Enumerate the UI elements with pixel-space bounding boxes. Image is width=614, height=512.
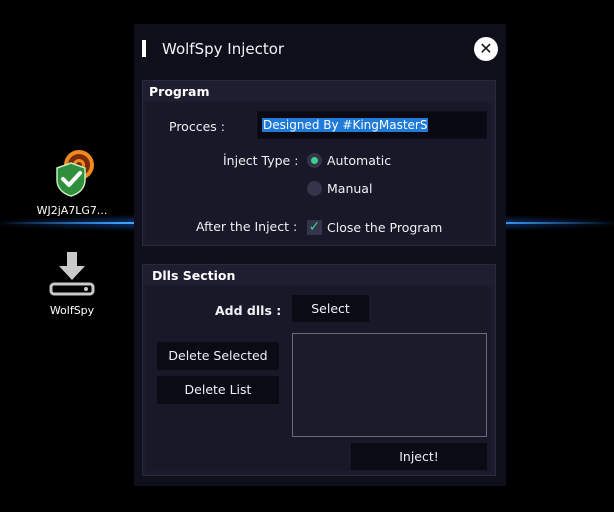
process-label: Procces : <box>169 119 225 134</box>
inject-type-label: İnject Type : <box>223 153 299 168</box>
add-dlls-label: Add dlls : <box>215 303 282 318</box>
desktop-icon-label: WolfSpy <box>49 304 95 317</box>
program-section-title: Program <box>149 84 210 99</box>
desktop-icon-label: WJ2jA7LG7... <box>36 204 108 217</box>
dlls-group-header: Dlls Section <box>143 265 495 285</box>
checkmark-icon: ✓ <box>308 219 321 235</box>
program-group: Program Procces : Designed By #KingMaste… <box>142 80 496 246</box>
dlls-group: Dlls Section Add dlls : Select Delete Se… <box>142 264 496 476</box>
process-input[interactable]: Designed By #KingMasterS <box>257 111 487 139</box>
radio-automatic[interactable] <box>307 153 322 168</box>
window-title: WolfSpy Injector <box>162 40 285 58</box>
close-program-checkbox[interactable]: ✓ <box>307 220 322 235</box>
title-bar[interactable]: WolfSpy Injector ✕ <box>134 24 506 74</box>
close-program-label[interactable]: Close the Program <box>327 220 442 235</box>
close-icon: ✕ <box>479 39 493 58</box>
injector-window: WolfSpy Injector ✕ Program Procces : Des… <box>134 24 506 486</box>
download-icon <box>49 252 95 296</box>
radio-automatic-label[interactable]: Automatic <box>327 153 391 168</box>
after-inject-label: After the Inject : <box>196 219 298 234</box>
inject-button[interactable]: Inject! <box>351 443 487 470</box>
biohazard-shield-icon <box>56 150 94 197</box>
title-accent-bar <box>142 40 146 57</box>
dll-listbox[interactable] <box>292 333 487 437</box>
desktop-icon-wolfspy[interactable]: WolfSpy <box>27 250 117 317</box>
delete-list-button[interactable]: Delete List <box>157 376 279 404</box>
close-button[interactable]: ✕ <box>474 37 498 61</box>
delete-selected-button[interactable]: Delete Selected <box>157 342 279 370</box>
process-input-value: Designed By #KingMasterS <box>262 118 429 132</box>
desktop-icon-wj2[interactable]: WJ2jA7LG7... <box>27 148 117 217</box>
program-group-header: Program <box>143 81 495 101</box>
radio-manual[interactable] <box>307 181 322 196</box>
select-button[interactable]: Select <box>292 295 369 322</box>
radio-manual-label[interactable]: Manual <box>327 181 372 196</box>
dlls-section-title: Dlls Section <box>152 268 236 283</box>
